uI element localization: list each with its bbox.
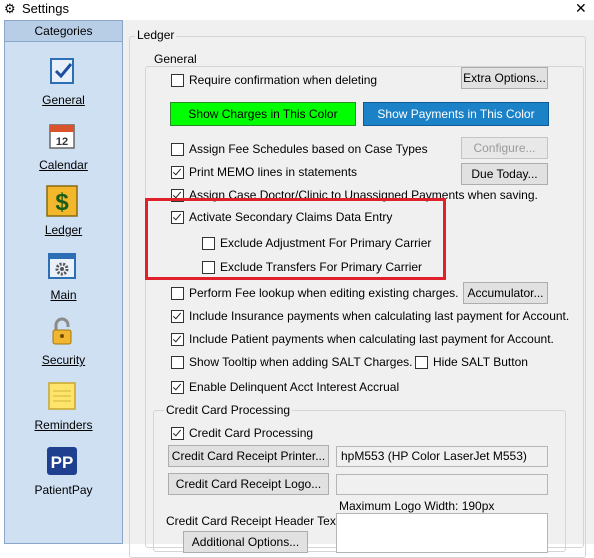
include-patient-label: Include Patient payments when calculatin…	[189, 332, 554, 346]
fee-lookup-label: Perform Fee lookup when editing existing…	[189, 286, 459, 300]
hide-salt-checkbox[interactable]	[415, 356, 428, 369]
dollar-icon: $	[46, 185, 78, 217]
sidebar-item-label: General	[42, 93, 85, 107]
receipt-printer-field[interactable]: hpM553 (HP Color LaserJet M553)	[336, 446, 548, 467]
sidebar-item-reminders[interactable]: Reminders	[5, 380, 122, 436]
sidebar-item-label: Calendar	[39, 158, 88, 172]
include-patient-checkbox[interactable]	[171, 333, 184, 346]
calendar-date-text: 12	[56, 136, 68, 148]
print-memo-label: Print MEMO lines in statements	[189, 165, 358, 179]
hide-salt-label: Hide SALT Button	[433, 355, 528, 369]
enable-delinquent-checkbox[interactable]	[171, 381, 184, 394]
calendar-icon: 12	[49, 124, 75, 149]
patientpay-logo-icon: PP	[47, 447, 77, 475]
show-payments-color-button[interactable]: Show Payments in This Color	[363, 102, 549, 126]
patientpay-logo-glyph: PP	[51, 453, 74, 472]
general-group-title: General	[152, 52, 199, 66]
sticky-note-icon	[48, 382, 76, 410]
sidebar-item-ledger[interactable]: $ Ledger	[5, 185, 122, 241]
credit-card-processing-checkbox[interactable]	[171, 427, 184, 440]
receipt-logo-button[interactable]: Credit Card Receipt Logo...	[168, 473, 329, 495]
sidebar-item-label: PatientPay	[34, 483, 93, 497]
show-tooltip-checkbox[interactable]	[171, 356, 184, 369]
require-confirmation-label: Require confirmation when deleting	[189, 73, 378, 87]
configure-button[interactable]: Configure...	[461, 137, 548, 159]
sidebar-item-calendar[interactable]: 12 Calendar	[5, 120, 122, 176]
categories-sidebar: Categories General 12 Calendar $ Ledger	[4, 20, 123, 544]
sidebar-item-general[interactable]: General	[5, 55, 122, 111]
ledger-settings-panel: Ledger General Require confirmation when…	[123, 20, 594, 558]
extra-options-button[interactable]: Extra Options...	[461, 67, 548, 89]
sidebar-item-patientpay[interactable]: PP PatientPay	[5, 445, 122, 501]
receipt-logo-field[interactable]	[336, 474, 548, 495]
credit-card-group-title: Credit Card Processing	[164, 403, 293, 417]
sidebar-item-label: Security	[41, 353, 86, 367]
require-confirmation-checkbox[interactable]	[171, 74, 184, 87]
show-charges-color-button[interactable]: Show Charges in This Color	[170, 102, 356, 126]
gear-window-icon	[48, 253, 76, 279]
title-bar: ⚙ Settings ✕	[0, 0, 594, 18]
receipt-printer-button[interactable]: Credit Card Receipt Printer...	[168, 445, 329, 467]
due-today-button[interactable]: Due Today...	[461, 163, 548, 185]
header-text-field[interactable]	[336, 513, 548, 553]
sidebar-item-main[interactable]: Main	[5, 250, 122, 306]
header-text-label: Credit Card Receipt Header Text:	[166, 514, 343, 528]
sidebar-item-label: Main	[50, 288, 77, 302]
annotation-highlight-box	[145, 198, 446, 280]
credit-card-processing-label: Credit Card Processing	[189, 426, 314, 440]
show-tooltip-label: Show Tooltip when adding SALT Charges.	[189, 355, 413, 369]
include-insurance-checkbox[interactable]	[171, 310, 184, 323]
print-memo-checkbox[interactable]	[171, 166, 184, 179]
sidebar-item-security[interactable]: Security	[5, 315, 122, 371]
padlock-icon	[52, 317, 72, 345]
ledger-group-title: Ledger	[135, 28, 177, 42]
dollar-glyph: $	[55, 189, 69, 216]
settings-gear-icon: ⚙	[4, 1, 16, 16]
accumulator-button[interactable]: Accumulator...	[463, 282, 548, 304]
enable-delinquent-label: Enable Delinquent Acct Interest Accrual	[189, 380, 400, 394]
window-title: Settings	[22, 1, 69, 16]
include-insurance-label: Include Insurance payments when calculat…	[189, 309, 570, 323]
assign-fee-schedules-label: Assign Fee Schedules based on Case Types	[189, 142, 428, 156]
max-logo-width-label: Maximum Logo Width: 190px	[339, 499, 495, 513]
assign-fee-schedules-checkbox[interactable]	[171, 143, 184, 156]
sidebar-item-label: Reminders	[34, 418, 93, 432]
checkmark-document-icon	[50, 58, 74, 84]
additional-options-button[interactable]: Additional Options...	[183, 531, 308, 553]
close-button[interactable]: ✕	[575, 0, 587, 17]
categories-header: Categories	[5, 21, 122, 42]
sidebar-item-label: Ledger	[44, 223, 83, 237]
fee-lookup-checkbox[interactable]	[171, 287, 184, 300]
